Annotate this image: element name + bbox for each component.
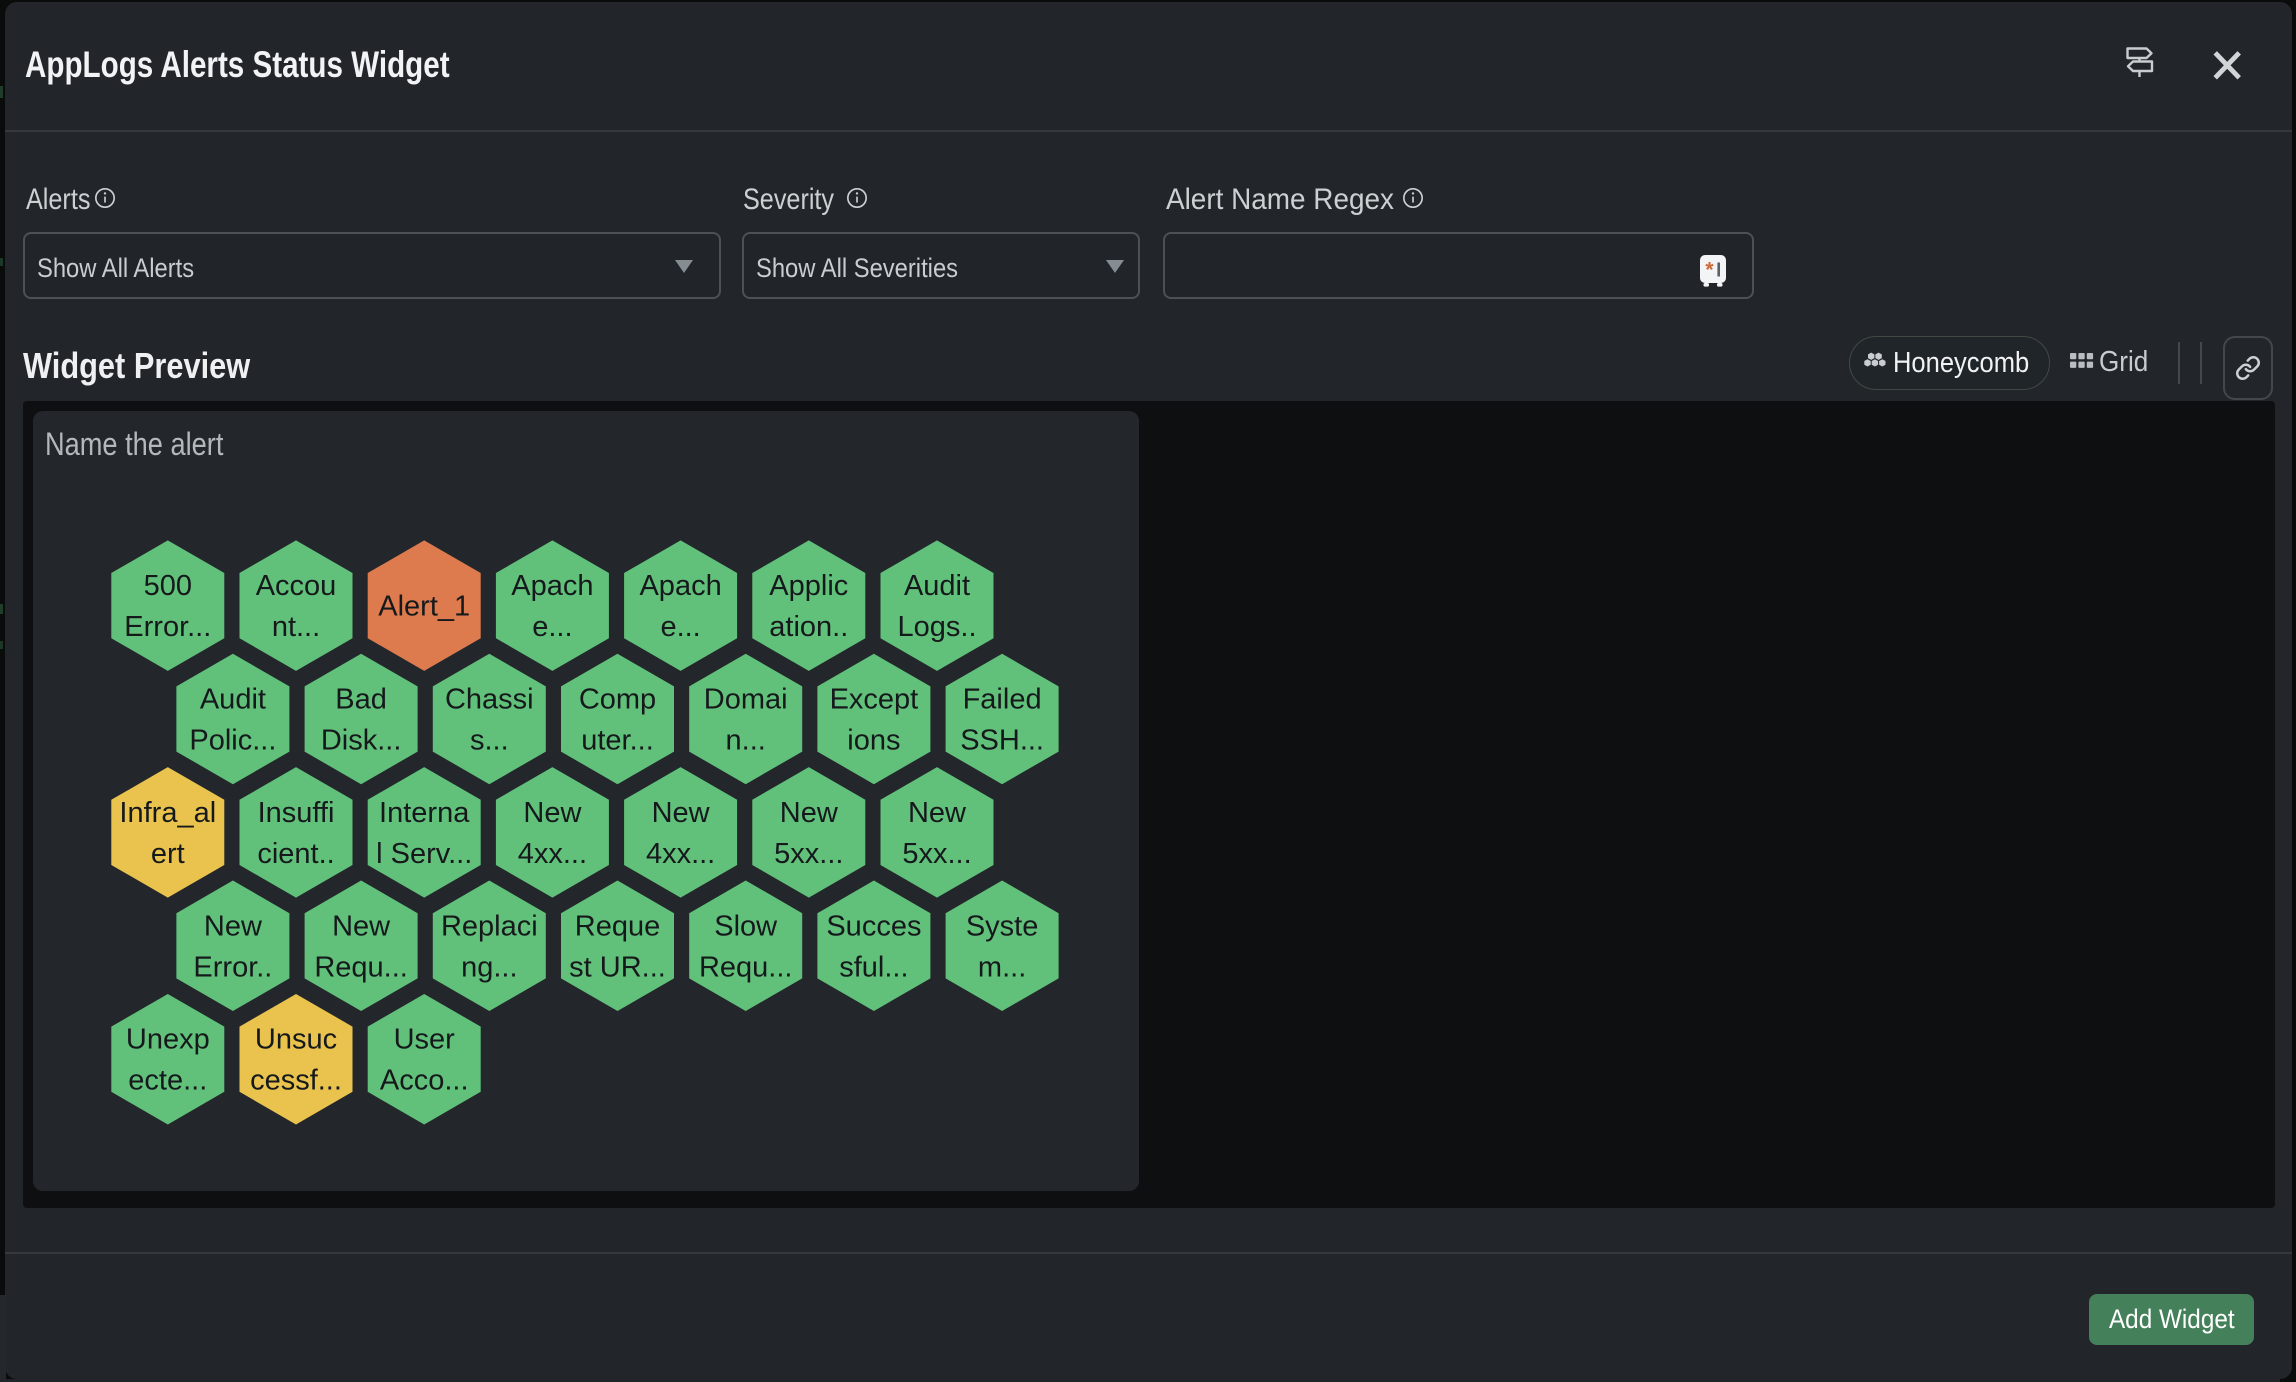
svg-text:*: * [1705, 259, 1714, 282]
